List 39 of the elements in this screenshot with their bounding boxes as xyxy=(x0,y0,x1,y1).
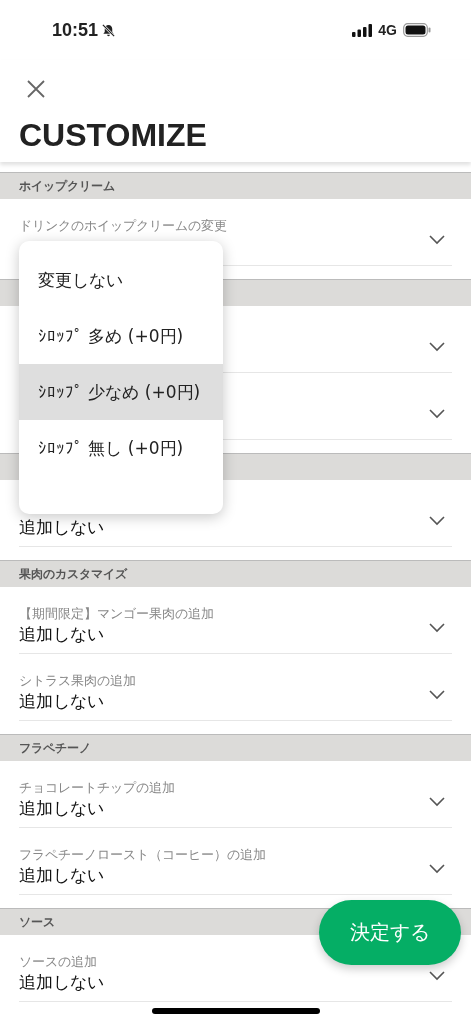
signal-icon xyxy=(352,23,373,37)
section-title: ソース xyxy=(19,913,55,931)
chevron-down-icon xyxy=(429,797,445,807)
dropdown-option[interactable]: ｼﾛｯﾌﾟ 少なめ (+0円) xyxy=(19,364,223,420)
field-value: 追加しない xyxy=(19,865,104,885)
field-label: ドリンクのホイップクリームの変更 xyxy=(19,218,227,233)
chevron-down-icon xyxy=(429,409,445,419)
section-title: フラペチーノ xyxy=(19,739,91,757)
network-type: 4G xyxy=(378,22,397,38)
field-value: 追加しない xyxy=(19,624,104,644)
page-title: CUSTOMIZE xyxy=(19,117,208,153)
chevron-down-icon xyxy=(429,235,445,245)
status-time: 10:51 xyxy=(52,19,99,41)
field-value: 追加しない xyxy=(19,972,104,992)
select-field[interactable]: シトラス果肉の追加 追加しない xyxy=(19,654,452,721)
field-value: 追加しない xyxy=(19,798,104,818)
field-label: チョコレートチップの追加 xyxy=(19,780,175,795)
select-field[interactable]: フラペチーノロースト（コーヒー）の追加 追加しない xyxy=(19,828,452,895)
field-value: 追加しない xyxy=(19,517,104,537)
chevron-down-icon xyxy=(429,342,445,352)
field-value: 追加しない xyxy=(19,691,104,711)
dropdown-option[interactable]: ｼﾛｯﾌﾟ 無し (+0円) xyxy=(19,420,223,476)
field-label: ソースの追加 xyxy=(19,954,97,969)
field-label: シトラス果肉の追加 xyxy=(19,673,136,688)
chevron-down-icon xyxy=(429,971,445,981)
field-label: フラペチーノロースト（コーヒー）の追加 xyxy=(19,847,266,862)
field-label: 【期間限定】マンゴー果肉の追加 xyxy=(19,606,214,621)
muted-bell-icon xyxy=(101,22,117,38)
dropdown-option[interactable]: ｼﾛｯﾌﾟ 多め (+0円) xyxy=(19,308,223,364)
chevron-down-icon xyxy=(429,516,445,526)
chevron-down-icon xyxy=(429,864,445,874)
section-title: 果肉のカスタマイズ xyxy=(19,565,127,583)
chevron-down-icon xyxy=(429,623,445,633)
chevron-down-icon xyxy=(429,690,445,700)
close-button[interactable] xyxy=(26,79,46,99)
battery-icon xyxy=(403,23,431,37)
select-field[interactable]: 【期間限定】マンゴー果肉の追加 追加しない xyxy=(19,587,452,654)
section-title: ホイップクリーム xyxy=(19,177,115,195)
select-field[interactable]: チョコレートチップの追加 追加しない xyxy=(19,761,452,828)
